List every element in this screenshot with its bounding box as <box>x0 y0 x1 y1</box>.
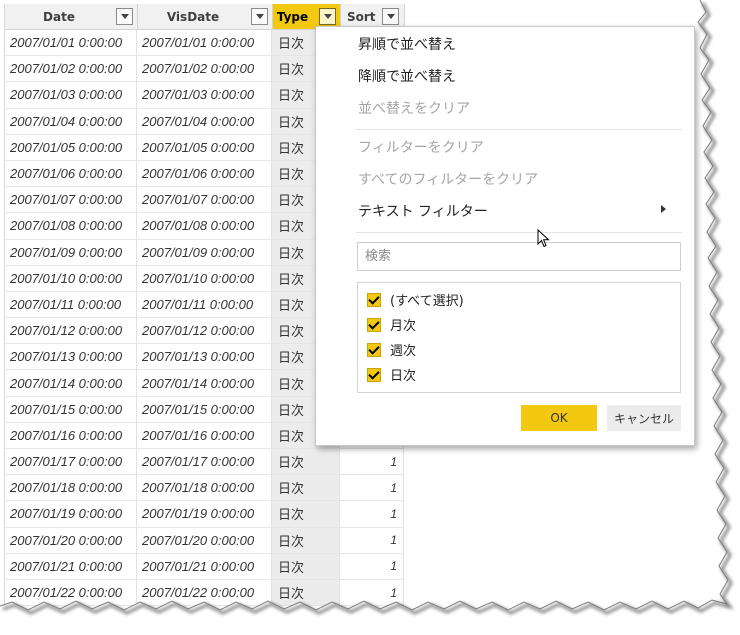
torn-edge-frame <box>0 0 740 635</box>
